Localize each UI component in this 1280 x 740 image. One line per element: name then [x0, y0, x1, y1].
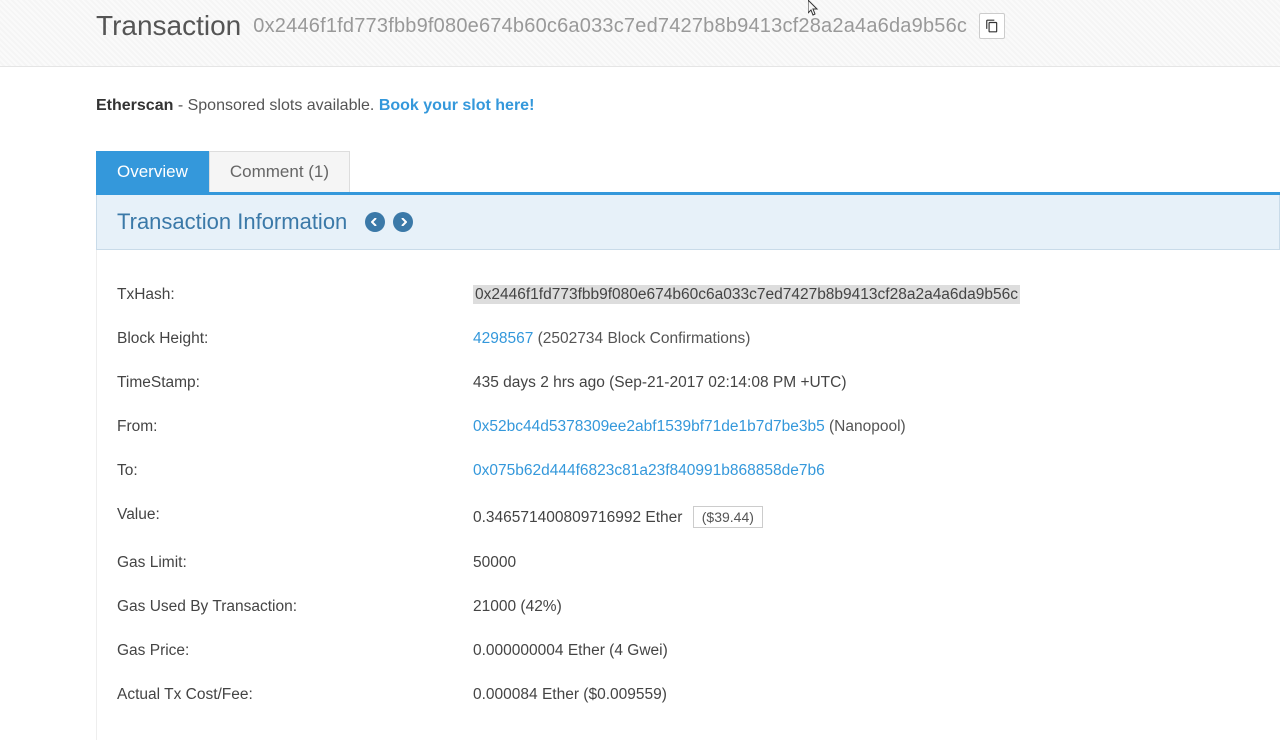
- row-from: From: 0x52bc44d5378309ee2abf1539bf71de1b…: [117, 418, 1260, 436]
- value-from-name: (Nanopool): [825, 418, 906, 435]
- row-gaslimit: Gas Limit: 50000: [117, 554, 1260, 572]
- tab-comment[interactable]: Comment (1): [209, 151, 350, 192]
- value-gaslimit: 50000: [473, 554, 1260, 572]
- main-content: Etherscan - Sponsored slots available. B…: [0, 67, 1280, 740]
- link-from-address[interactable]: 0x52bc44d5378309ee2abf1539bf71de1b7d7be3…: [473, 418, 825, 435]
- row-gasprice: Gas Price: 0.000000004 Ether (4 Gwei): [117, 642, 1260, 660]
- sponsor-text: - Sponsored slots available.: [173, 97, 378, 114]
- sponsor-link[interactable]: Book your slot here!: [379, 97, 535, 114]
- tab-overview[interactable]: Overview: [96, 151, 209, 192]
- label-from: From:: [117, 418, 473, 436]
- value-timestamp: 435 days 2 hrs ago (Sep-21-2017 02:14:08…: [473, 374, 1260, 392]
- copy-hash-button[interactable]: [979, 13, 1005, 39]
- value-fee: 0.000084 Ether ($0.009559): [473, 686, 1260, 704]
- panel-title: Transaction Information: [117, 209, 347, 235]
- label-blockheight: Block Height:: [117, 330, 473, 348]
- chevron-right-icon: [399, 218, 407, 226]
- label-timestamp: TimeStamp:: [117, 374, 473, 392]
- page-header: Transaction 0x2446f1fd773fbb9f080e674b60…: [0, 0, 1280, 67]
- value-txhash: 0x2446f1fd773fbb9f080e674b60c6a033c7ed74…: [473, 285, 1020, 304]
- value-usd: ($39.44): [693, 506, 763, 528]
- row-value: Value: 0.346571400809716992 Ether ($39.4…: [117, 506, 1260, 528]
- header-tx-hash: 0x2446f1fd773fbb9f080e674b60c6a033c7ed74…: [253, 15, 967, 38]
- row-blockheight: Block Height: 4298567 (2502734 Block Con…: [117, 330, 1260, 348]
- sponsor-banner: Etherscan - Sponsored slots available. B…: [96, 97, 1280, 115]
- row-fee: Actual Tx Cost/Fee: 0.000084 Ether ($0.0…: [117, 686, 1260, 704]
- chevron-left-icon: [371, 218, 379, 226]
- row-to: To: 0x075b62d444f6823c81a23f840991b86885…: [117, 462, 1260, 480]
- value-ether: 0.346571400809716992 Ether: [473, 509, 687, 526]
- row-gasused: Gas Used By Transaction: 21000 (42%): [117, 598, 1260, 616]
- link-blockheight[interactable]: 4298567: [473, 330, 533, 347]
- copy-icon: [985, 19, 999, 33]
- value-block-confirmations: (2502734 Block Confirmations): [533, 330, 750, 347]
- label-gasused: Gas Used By Transaction:: [117, 598, 473, 616]
- panel-header: Transaction Information: [96, 195, 1280, 250]
- label-gaslimit: Gas Limit:: [117, 554, 473, 572]
- sponsor-brand: Etherscan: [96, 97, 173, 114]
- row-txhash: TxHash: 0x2446f1fd773fbb9f080e674b60c6a0…: [117, 286, 1260, 304]
- label-fee: Actual Tx Cost/Fee:: [117, 686, 473, 704]
- label-to: To:: [117, 462, 473, 480]
- prev-tx-button[interactable]: [365, 212, 385, 232]
- tab-bar: Overview Comment (1): [96, 151, 1280, 195]
- row-timestamp: TimeStamp: 435 days 2 hrs ago (Sep-21-20…: [117, 374, 1260, 392]
- value-gasprice: 0.000000004 Ether (4 Gwei): [473, 642, 1260, 660]
- label-gasprice: Gas Price:: [117, 642, 473, 660]
- link-to-address[interactable]: 0x075b62d444f6823c81a23f840991b868858de7…: [473, 462, 825, 479]
- page-title: Transaction: [96, 10, 241, 42]
- next-tx-button[interactable]: [393, 212, 413, 232]
- label-txhash: TxHash:: [117, 286, 473, 304]
- label-value: Value:: [117, 506, 473, 528]
- tx-details: TxHash: 0x2446f1fd773fbb9f080e674b60c6a0…: [96, 250, 1280, 740]
- value-gasused: 21000 (42%): [473, 598, 1260, 616]
